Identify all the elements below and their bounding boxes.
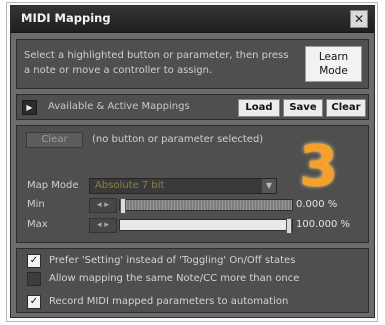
option-label: Prefer 'Setting' instead of 'Toggling' O… xyxy=(49,255,296,266)
max-value: 100.000 % xyxy=(296,219,351,230)
min-stepper[interactable]: ◂ ▸ xyxy=(89,198,117,213)
min-slider[interactable] xyxy=(119,198,293,214)
selected-mapping-panel: Clear (no button or parameter selected) … xyxy=(16,125,369,243)
options-panel: ✓ Prefer 'Setting' instead of 'Toggling'… xyxy=(16,248,369,313)
map-mode-dropdown[interactable]: Absolute 7 bit ▼ xyxy=(89,178,277,194)
max-slider-knob[interactable] xyxy=(286,218,292,234)
min-value: 0.000 % xyxy=(296,199,338,210)
save-button[interactable]: Save xyxy=(283,99,323,117)
close-icon[interactable]: ✕ xyxy=(350,10,368,28)
step-number-overlay: 3 xyxy=(299,134,338,199)
clear-selection-button[interactable]: Clear xyxy=(26,132,83,148)
map-mode-label: Map Mode xyxy=(27,180,79,191)
learn-mode-button[interactable]: Learn Mode xyxy=(305,46,362,82)
mappings-label: Available & Active Mappings xyxy=(48,101,190,112)
expand-arrow-icon[interactable]: ▶ xyxy=(22,100,37,115)
clear-mappings-button[interactable]: Clear xyxy=(326,99,366,117)
min-slider-knob[interactable] xyxy=(120,198,126,214)
mappings-bar: ▶ Available & Active Mappings Load Save … xyxy=(16,94,369,120)
max-slider-fill xyxy=(120,220,292,230)
midi-mapping-window: MIDI Mapping ✕ Select a highlighted butt… xyxy=(10,5,375,318)
option-checkbox[interactable]: ✓ xyxy=(27,295,41,309)
min-label: Min xyxy=(27,199,45,210)
option-checkbox[interactable] xyxy=(27,272,41,286)
option-label: Allow mapping the same Note/CC more than… xyxy=(49,273,300,284)
info-panel: Select a highlighted button or parameter… xyxy=(16,39,369,89)
max-label: Max xyxy=(27,219,48,230)
title-bar[interactable]: MIDI Mapping ✕ xyxy=(11,6,374,33)
load-button[interactable]: Load xyxy=(238,99,280,117)
selection-status: (no button or parameter selected) xyxy=(92,134,264,145)
chevron-down-icon: ▼ xyxy=(262,179,276,193)
map-mode-value: Absolute 7 bit xyxy=(95,180,165,191)
option-checkbox[interactable]: ✓ xyxy=(27,254,41,268)
instructions-text: Select a highlighted button or parameter… xyxy=(24,50,289,76)
window-title: MIDI Mapping xyxy=(21,11,111,25)
max-stepper[interactable]: ◂ ▸ xyxy=(89,218,117,233)
max-slider[interactable] xyxy=(119,218,293,234)
option-label: Record MIDI mapped parameters to automat… xyxy=(49,296,289,307)
